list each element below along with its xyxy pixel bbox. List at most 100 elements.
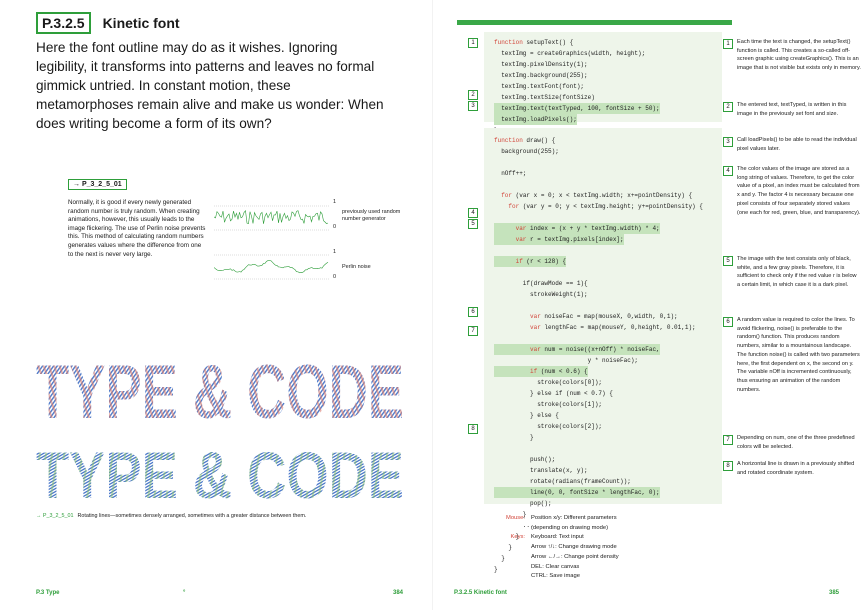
help-row: (depending on drawing mode) xyxy=(491,524,619,534)
code-line: var lengthFac = map(mouseY, 0,height, 0.… xyxy=(530,324,696,331)
footer-mark: ° xyxy=(183,590,186,596)
code-marker-4: 4 xyxy=(468,208,478,218)
code-line: translate(x, y); xyxy=(494,467,588,474)
note-number: 5 xyxy=(723,256,733,266)
note-number: 7 xyxy=(723,435,733,445)
note-text: A horizontal line is drawn in a previous… xyxy=(737,461,855,476)
code-line: push(); xyxy=(494,456,556,463)
code-line: textImg.pixelDensity(1); xyxy=(494,61,588,68)
help-row: Arrow ←/→: Change point density xyxy=(491,553,619,563)
right-page: function setupText() { textImg = createG… xyxy=(437,0,867,610)
footer-section: P.3 Type xyxy=(36,590,60,596)
help-value: DEL: Clear canvas xyxy=(531,563,580,570)
code-line: textImg.text(textTyped, 100, fontSize + … xyxy=(494,103,660,114)
code-marker-1: 1 xyxy=(468,38,478,48)
example-text: Normally, it is good if every newly gene… xyxy=(68,199,206,258)
code-block-draw: function draw() { background(255); nOff+… xyxy=(484,128,722,573)
page-number: 384 xyxy=(393,590,404,596)
figure-caption: → P_3_2_5_01 Rotating lines—sometimes den… xyxy=(36,513,306,519)
perlin-line xyxy=(214,260,329,274)
note-text: Depending on num, one of the three prede… xyxy=(737,435,855,450)
code-line: } xyxy=(494,434,534,441)
help-key: Keys: xyxy=(510,534,526,541)
code-line: for (var y = 0; y < textImg.height; y+=p… xyxy=(508,203,703,210)
note-number: 1 xyxy=(723,39,733,49)
art-text-overlay: TYPE & CODE xyxy=(36,350,404,428)
code-line: } else { xyxy=(494,412,559,419)
section-header: P.3.2.5 Kinetic font xyxy=(36,12,180,34)
type-code-artwork-2: TYPE & CODE TYPE & CODE xyxy=(36,438,404,506)
note-text: A random value is required to color the … xyxy=(737,317,860,393)
code-line: line(0, 0, fontSize * lengthFac, 0); xyxy=(494,487,660,498)
caption-id: → P_3_2_5_01 xyxy=(36,513,74,519)
help-value: Position x/y: Different parameters xyxy=(531,515,617,521)
code-line: function setupText() { xyxy=(494,39,574,46)
help-row: Arrow ↑/↓: Change drawing mode xyxy=(491,543,619,553)
art-text-overlay: TYPE & CODE xyxy=(36,438,404,506)
code-line: stroke(colors[2]); xyxy=(494,423,603,430)
code-line: var r = textImg.pixels[index]; xyxy=(494,234,624,245)
note-text: The color values of the image are stored… xyxy=(737,166,861,216)
code-line: if(drawMode == 1){ xyxy=(494,280,588,287)
code-line: textImg.textSize(fontSize) xyxy=(494,94,595,101)
code-line: stroke(colors[0]); xyxy=(494,379,603,386)
help-row: Mouse: Position x/y: Different parameters xyxy=(491,514,619,524)
help-value: CTRL: Save image xyxy=(531,573,580,580)
note-number: 3 xyxy=(723,137,733,147)
controls-help: Mouse: Position x/y: Different parameters… xyxy=(491,514,619,582)
code-line: for (var x = 0; x < textImg.width; x+=po… xyxy=(501,192,693,199)
type-code-artwork-1: TYPE & CODE TYPE & CODE xyxy=(36,350,404,428)
code-line: stroke(colors[1]); xyxy=(494,401,603,408)
help-value: Arrow ↑/↓: Change drawing mode xyxy=(531,544,617,551)
help-value: Arrow ←/→: Change point density xyxy=(531,553,619,560)
code-marker-7: 7 xyxy=(468,326,478,336)
code-line: nOff++; xyxy=(494,170,527,177)
graph2-axis-top: 1 xyxy=(333,249,337,255)
page-gutter xyxy=(432,0,433,610)
code-marker-8: 8 xyxy=(468,424,478,434)
code-line: function draw() { xyxy=(494,137,556,144)
code-line: } else if (num < 0.7) { xyxy=(494,390,613,397)
help-value: (depending on drawing mode) xyxy=(531,524,609,531)
code-line: if (num < 0.6) { xyxy=(494,366,588,377)
code-line: textImg = createGraphics(width, height); xyxy=(494,50,646,57)
caption-text: Rotating lines—sometimes densely arrange… xyxy=(77,513,307,519)
code-block-setup: function setupText() { textImg = createG… xyxy=(484,32,722,134)
help-value: Keyboard: Text input xyxy=(531,534,584,541)
code-marker-6: 6 xyxy=(468,307,478,317)
note-text: Each time the text is changed, the setup… xyxy=(737,39,861,72)
code-line: rotate(radians(frameCount)); xyxy=(494,478,631,485)
footer-section: P.3.2.5 Kinetic font xyxy=(454,590,507,596)
code-marker-3: 3 xyxy=(468,101,478,111)
note-text: The entered text, textTyped, is written … xyxy=(737,102,847,117)
section-title: Kinetic font xyxy=(102,15,180,31)
note-text: The image with the text consists only of… xyxy=(737,256,857,289)
code-line: if (r < 128) { xyxy=(494,256,567,267)
random-graph xyxy=(214,205,329,231)
code-marker-5: 5 xyxy=(468,219,478,229)
code-line: var num = noise((x+nOff) * noiseFac, xyxy=(494,344,660,355)
code-line: textImg.loadPixels(); xyxy=(494,114,577,125)
graph2-axis-bottom: 0 xyxy=(333,274,337,280)
code-marker-2: 2 xyxy=(468,90,478,100)
graph1-label: previously used random number generator xyxy=(342,209,401,222)
help-row: Keys: Keyboard: Text input xyxy=(491,533,619,543)
graph1-axis-bottom: 0 xyxy=(333,224,337,230)
help-row: DEL: Clear canvas xyxy=(491,563,619,573)
random-line xyxy=(214,209,329,225)
top-accent-bar xyxy=(457,20,732,25)
code-line: background(255); xyxy=(494,148,559,155)
code-line: y * noiseFac); xyxy=(494,357,639,364)
note-number: 6 xyxy=(723,317,733,327)
code-line: var index = (x + y * textImg.width) * 4; xyxy=(494,223,660,234)
example-tag: → P_3_2_5_01 xyxy=(68,179,127,190)
section-id: P.3.2.5 xyxy=(36,12,91,34)
note-number: 8 xyxy=(723,461,733,471)
note-number: 2 xyxy=(723,102,733,112)
intro-paragraph: Here the font outline may do as it wishe… xyxy=(36,40,384,131)
help-row: CTRL: Save image xyxy=(491,572,619,582)
graph2-label: Perlin noise xyxy=(342,264,371,270)
left-page: P.3.2.5 Kinetic font Here the font outli… xyxy=(0,0,430,610)
page-number: 385 xyxy=(829,590,840,596)
help-key: Mouse: xyxy=(505,515,525,521)
